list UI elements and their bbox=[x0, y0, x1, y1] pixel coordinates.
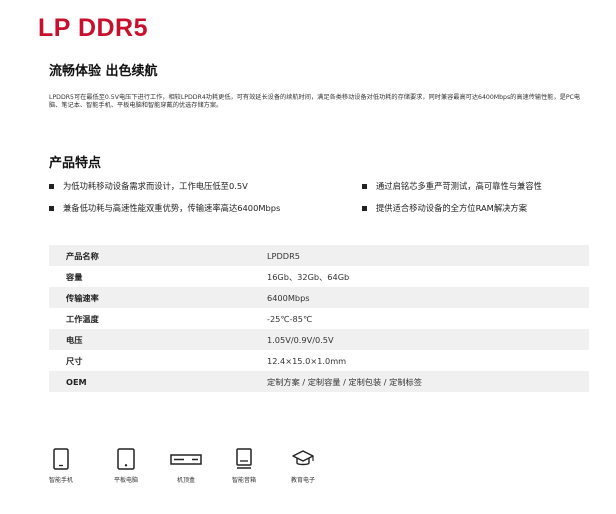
application-education: 教育电子 bbox=[273, 448, 333, 484]
spec-key: 尺寸 bbox=[66, 355, 83, 366]
spec-table: 产品名称 LPDDR5 容量 16Gb、32Gb、64Gb 传输速率 6400M… bbox=[49, 245, 589, 392]
spec-row: 工作温度 -25℃-85℃ bbox=[49, 308, 589, 329]
features-title: 产品特点 bbox=[49, 156, 102, 171]
spec-key: 电压 bbox=[66, 334, 83, 345]
feature-text: 为低功耗移动设备需求而设计，工作电压低至0.5V bbox=[63, 181, 248, 191]
application-label: 智能音箱 bbox=[231, 477, 256, 484]
spec-key: OEM bbox=[66, 376, 87, 387]
spec-value: -25℃-85℃ bbox=[267, 313, 313, 324]
bullet-icon bbox=[49, 205, 54, 211]
application-label: 教育电子 bbox=[290, 477, 315, 484]
spec-row: 容量 16Gb、32Gb、64Gb bbox=[49, 266, 589, 287]
spec-row: 传输速率 6400Mbps bbox=[49, 287, 589, 308]
feature-text: 通过启铭芯多重严苛测试，高可靠性与兼容性 bbox=[376, 181, 542, 191]
application-smart-speaker: 智能音箱 bbox=[214, 448, 274, 484]
smartphone-icon bbox=[53, 448, 69, 470]
spec-value: 12.4×15.0×1.0mm bbox=[267, 355, 347, 366]
feature-item: 提供适合移动设备的全方位RAM解决方案 bbox=[362, 202, 527, 214]
application-tablet: 平板电脑 bbox=[96, 448, 156, 484]
application-set-top-box: 机顶盒 bbox=[156, 448, 216, 484]
spec-key: 产品名称 bbox=[66, 250, 99, 261]
spec-key: 传输速率 bbox=[66, 292, 99, 303]
spec-key: 容量 bbox=[66, 271, 83, 282]
feature-text: 提供适合移动设备的全方位RAM解决方案 bbox=[376, 203, 528, 213]
spec-value: 6400Mbps bbox=[267, 292, 310, 303]
smart-speaker-icon bbox=[236, 448, 252, 469]
bullet-icon bbox=[49, 183, 54, 189]
graduation-cap-icon bbox=[292, 450, 314, 466]
spec-value: 16Gb、32Gb、64Gb bbox=[267, 271, 350, 282]
bullet-icon bbox=[362, 205, 367, 211]
feature-text: 兼备低功耗与高速性能双重优势，传输速率高达6400Mbps bbox=[63, 203, 281, 213]
application-label: 智能手机 bbox=[48, 477, 73, 484]
application-smartphone: 智能手机 bbox=[31, 448, 91, 484]
spec-value: LPDDR5 bbox=[267, 250, 301, 261]
application-label: 机顶盒 bbox=[176, 477, 195, 484]
feature-item: 兼备低功耗与高速性能双重优势，传输速率高达6400Mbps bbox=[49, 202, 280, 214]
spec-row: OEM 定制方案 / 定制容量 / 定制包装 / 定制标签 bbox=[49, 371, 589, 392]
spec-value: 1.05V/0.9V/0.5V bbox=[267, 334, 334, 345]
spec-row: 电压 1.05V/0.9V/0.5V bbox=[49, 329, 589, 350]
subtitle: 流畅体验 出色续航 bbox=[49, 64, 158, 79]
application-label: 平板电脑 bbox=[113, 477, 138, 484]
spec-key: 工作温度 bbox=[66, 313, 99, 324]
spec-value: 定制方案 / 定制容量 / 定制包装 / 定制标签 bbox=[267, 376, 422, 387]
spec-row: 尺寸 12.4×15.0×1.0mm bbox=[49, 350, 589, 371]
feature-item: 为低功耗移动设备需求而设计，工作电压低至0.5V bbox=[49, 180, 248, 192]
intro-paragraph: LPDDR5可在最低至0.5V电压下进行工作，相较LPDDR4功耗更低，可有效延… bbox=[49, 94, 581, 109]
feature-item: 通过启铭芯多重严苛测试，高可靠性与兼容性 bbox=[362, 180, 542, 192]
page-title: LP DDR5 bbox=[38, 14, 149, 42]
bullet-icon bbox=[362, 183, 367, 189]
spec-row: 产品名称 LPDDR5 bbox=[49, 245, 589, 266]
tablet-icon bbox=[117, 448, 135, 470]
set-top-box-icon bbox=[170, 454, 202, 465]
